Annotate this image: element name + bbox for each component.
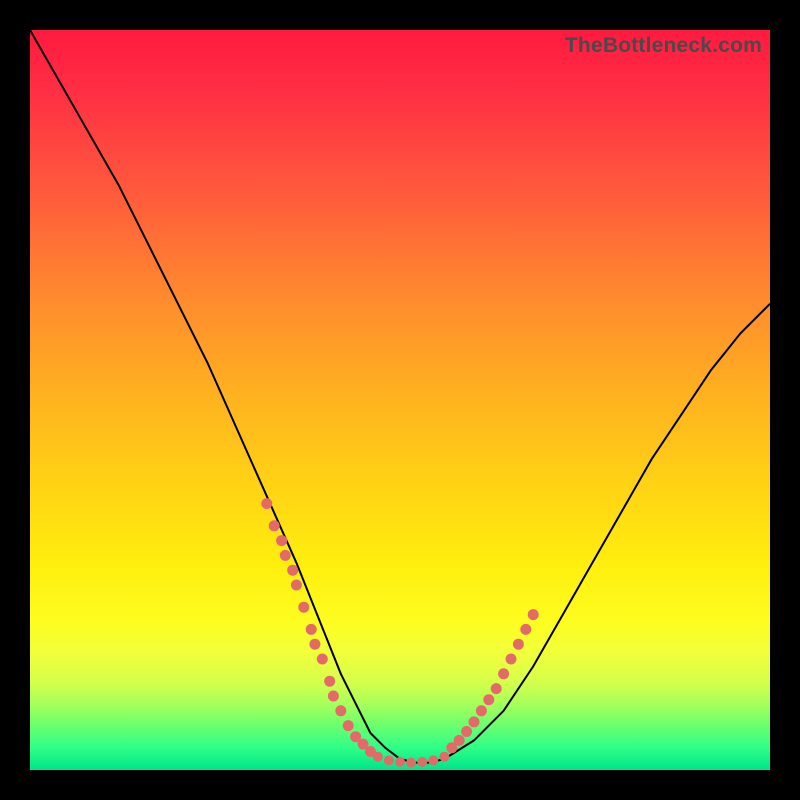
data-bead bbox=[528, 609, 539, 620]
data-bead bbox=[287, 565, 298, 576]
data-bead bbox=[476, 705, 487, 716]
data-bead bbox=[328, 691, 339, 702]
data-bead bbox=[373, 752, 383, 762]
data-bead bbox=[406, 758, 416, 768]
data-bead bbox=[417, 757, 427, 767]
data-bead bbox=[309, 639, 320, 650]
bead-group bbox=[261, 498, 538, 767]
data-bead bbox=[335, 705, 346, 716]
data-bead bbox=[298, 602, 309, 613]
data-bead bbox=[291, 580, 302, 591]
data-bead bbox=[428, 755, 438, 765]
data-bead bbox=[513, 639, 524, 650]
data-bead bbox=[520, 624, 531, 635]
data-bead bbox=[280, 550, 291, 561]
data-bead bbox=[324, 676, 335, 687]
data-bead bbox=[261, 498, 272, 509]
data-bead bbox=[498, 668, 509, 679]
data-bead bbox=[384, 755, 394, 765]
curve-layer bbox=[30, 30, 770, 770]
data-bead bbox=[269, 520, 280, 531]
data-bead bbox=[306, 624, 317, 635]
data-bead bbox=[395, 757, 405, 767]
chart-frame: TheBottleneck.com bbox=[0, 0, 800, 800]
data-bead bbox=[439, 752, 449, 762]
bottleneck-curve bbox=[30, 30, 770, 763]
data-bead bbox=[461, 726, 472, 737]
data-bead bbox=[276, 535, 287, 546]
plot-area: TheBottleneck.com bbox=[30, 30, 770, 770]
data-bead bbox=[491, 683, 502, 694]
data-bead bbox=[343, 720, 354, 731]
data-bead bbox=[317, 654, 328, 665]
data-bead bbox=[454, 735, 465, 746]
data-bead bbox=[469, 716, 480, 727]
data-bead bbox=[483, 694, 494, 705]
data-bead bbox=[506, 654, 517, 665]
